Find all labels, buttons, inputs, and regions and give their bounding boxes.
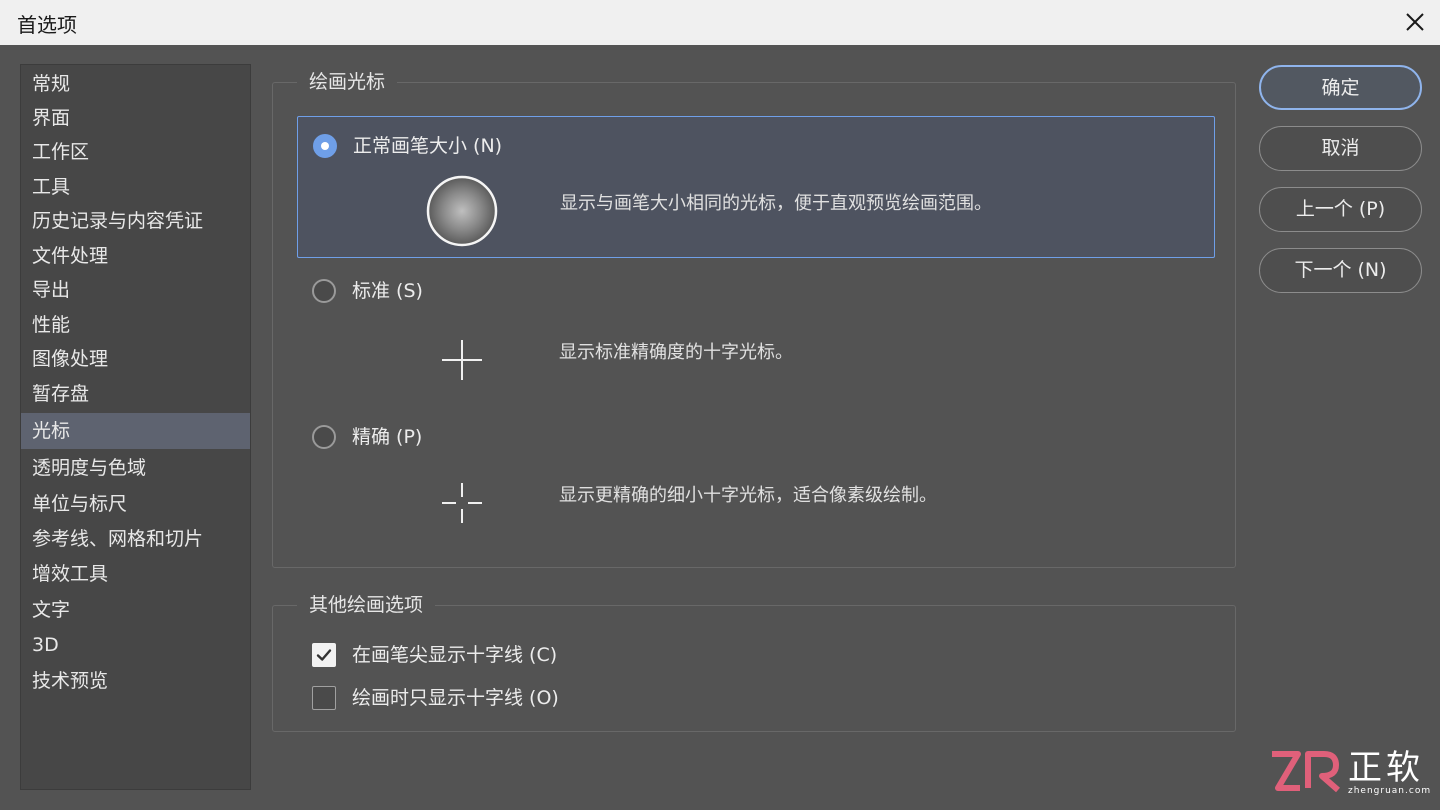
sidebar-item-cursors[interactable]: 光标 [21, 413, 250, 449]
sidebar-item-tech-preview[interactable]: 技术预览 [21, 663, 250, 699]
sidebar-item-units-rulers[interactable]: 单位与标尺 [21, 486, 250, 522]
other-options-legend: 其他绘画选项 [297, 592, 436, 618]
watermark-text: 正软 [1348, 748, 1424, 788]
window-title: 首选项 [17, 13, 77, 37]
option-desc-precise: 显示更精确的细小十字光标，适合像素级绘制。 [559, 485, 937, 506]
sidebar-item-guides-grid[interactable]: 参考线、网格和切片 [21, 521, 250, 557]
sidebar-item-tools[interactable]: 工具 [21, 169, 250, 205]
checkbox-only-crosshair-while-painting[interactable] [312, 686, 336, 710]
watermark-url: zhengruan.com [1348, 786, 1432, 796]
sidebar-item-history[interactable]: 历史记录与内容凭证 [21, 203, 250, 239]
brush-circle-icon [426, 175, 498, 247]
sidebar-item-general[interactable]: 常规 [21, 66, 250, 102]
radio-standard[interactable] [312, 279, 336, 303]
ok-button[interactable]: 确定 [1259, 65, 1422, 110]
checkmark-icon [316, 649, 332, 661]
checkbox-show-crosshair-in-brush-tip[interactable] [312, 643, 336, 667]
radio-precise[interactable] [312, 425, 336, 449]
crosshair-icon [442, 340, 482, 380]
sidebar-item-export[interactable]: 导出 [21, 272, 250, 308]
sidebar-item-transparency[interactable]: 透明度与色域 [21, 450, 250, 486]
option-label-standard: 标准 (S) [352, 280, 423, 302]
option-desc-standard: 显示标准精确度的十字光标。 [559, 342, 793, 363]
title-bar: 首选项 [0, 0, 1440, 45]
option-desc-normal: 显示与画笔大小相同的光标，便于直观预览绘画范围。 [560, 193, 992, 214]
option-label-precise: 精确 (P) [352, 426, 423, 448]
preferences-sidebar: 常规 界面 工作区 工具 历史记录与内容凭证 文件处理 导出 性能 图像处理 暂… [20, 64, 251, 790]
sidebar-item-image-processing[interactable]: 图像处理 [21, 341, 250, 377]
close-icon [1406, 13, 1424, 31]
sidebar-item-plugins[interactable]: 增效工具 [21, 556, 250, 592]
sidebar-item-type[interactable]: 文字 [21, 592, 250, 628]
radio-normal-brush-size[interactable] [313, 134, 337, 158]
next-button[interactable]: 下一个 (N) [1259, 248, 1422, 293]
sidebar-item-workspace[interactable]: 工作区 [21, 134, 250, 170]
sidebar-item-file-handling[interactable]: 文件处理 [21, 238, 250, 274]
option-label-normal: 正常画笔大小 (N) [353, 135, 503, 157]
watermark: 正软 zhengruan.com [1268, 748, 1433, 800]
painting-cursors-group: 绘画光标 正常画笔大小 (N) 显示与画笔大小相同的光标，便于直观预览绘画范围。… [272, 69, 1236, 568]
sidebar-item-performance[interactable]: 性能 [21, 307, 250, 343]
sidebar-item-interface[interactable]: 界面 [21, 100, 250, 136]
checkbox-label-only-crosshair: 绘画时只显示十字线 (O) [352, 687, 559, 709]
previous-button[interactable]: 上一个 (P) [1259, 187, 1422, 232]
zr-logo-icon [1272, 751, 1340, 793]
option-precise[interactable]: 精确 (P) 显示更精确的细小十字光标，适合像素级绘制。 [297, 408, 1215, 548]
cancel-button[interactable]: 取消 [1259, 126, 1422, 171]
painting-cursors-legend: 绘画光标 [297, 69, 398, 95]
option-normal-brush-size[interactable]: 正常画笔大小 (N) 显示与画笔大小相同的光标，便于直观预览绘画范围。 [297, 116, 1215, 258]
close-button[interactable] [1404, 11, 1426, 33]
sidebar-item-scratch-disks[interactable]: 暂存盘 [21, 376, 250, 412]
sidebar-item-3d[interactable]: 3D [21, 627, 250, 663]
other-painting-options-group: 其他绘画选项 在画笔尖显示十字线 (C) 绘画时只显示十字线 (O) [272, 592, 1236, 732]
precise-crosshair-icon [442, 483, 482, 523]
option-standard[interactable]: 标准 (S) 显示标准精确度的十字光标。 [297, 263, 1215, 403]
checkbox-label-crosshair-in-brush-tip: 在画笔尖显示十字线 (C) [352, 644, 558, 666]
